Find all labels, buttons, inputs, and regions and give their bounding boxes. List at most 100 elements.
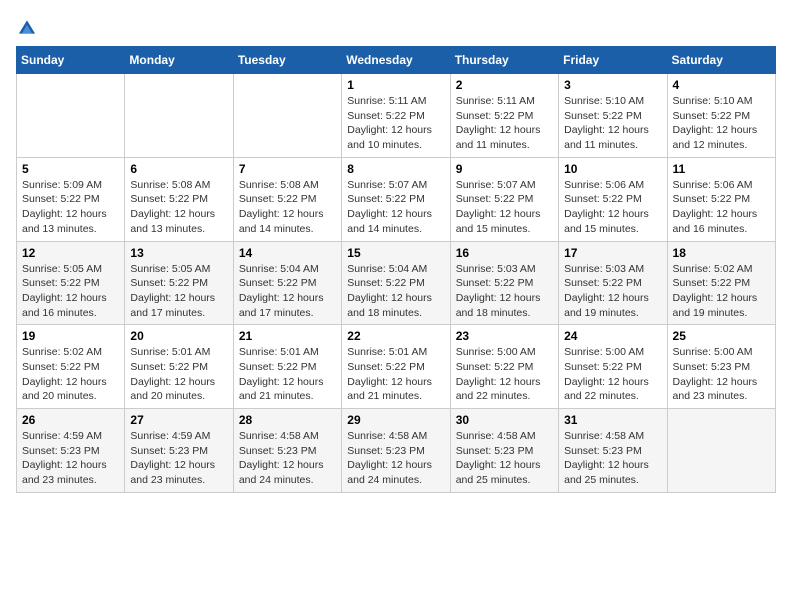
day-info: Sunrise: 5:02 AMSunset: 5:22 PMDaylight:… [22, 345, 119, 404]
day-number: 6 [130, 162, 227, 176]
calendar-cell: 11 Sunrise: 5:06 AMSunset: 5:22 PMDayligh… [667, 157, 775, 241]
day-number: 1 [347, 78, 444, 92]
day-info: Sunrise: 5:04 AMSunset: 5:22 PMDaylight:… [347, 262, 444, 321]
day-info: Sunrise: 5:06 AMSunset: 5:22 PMDaylight:… [673, 178, 770, 237]
day-info: Sunrise: 5:00 AMSunset: 5:22 PMDaylight:… [564, 345, 661, 404]
day-number: 27 [130, 413, 227, 427]
day-number: 29 [347, 413, 444, 427]
day-number: 16 [456, 246, 553, 260]
day-info: Sunrise: 5:10 AMSunset: 5:22 PMDaylight:… [673, 94, 770, 153]
calendar-cell: 2 Sunrise: 5:11 AMSunset: 5:22 PMDaylight… [450, 74, 558, 158]
day-info: Sunrise: 5:11 AMSunset: 5:22 PMDaylight:… [456, 94, 553, 153]
calendar-cell: 18Sunrise: 5:02 AMSunset: 5:22 PMDayligh… [667, 241, 775, 325]
calendar-table: SundayMondayTuesdayWednesdayThursdayFrid… [16, 46, 776, 493]
day-info: Sunrise: 4:58 AMSunset: 5:23 PMDaylight:… [347, 429, 444, 488]
day-info: Sunrise: 5:05 AMSunset: 5:22 PMDaylight:… [22, 262, 119, 321]
calendar-week-row: 12 Sunrise: 5:05 AMSunset: 5:22 PMDayligh… [17, 241, 776, 325]
day-number: 8 [347, 162, 444, 176]
day-info: Sunrise: 5:03 AMSunset: 5:22 PMDaylight:… [456, 262, 553, 321]
day-info: Sunrise: 5:03 AMSunset: 5:22 PMDaylight:… [564, 262, 661, 321]
day-info: Sunrise: 5:08 AMSunset: 5:22 PMDaylight:… [239, 178, 336, 237]
calendar-cell: 24 Sunrise: 5:00 AMSunset: 5:22 PMDayligh… [559, 325, 667, 409]
day-info: Sunrise: 5:06 AMSunset: 5:22 PMDaylight:… [564, 178, 661, 237]
calendar-cell: 9 Sunrise: 5:07 AMSunset: 5:22 PMDaylight… [450, 157, 558, 241]
calendar-cell: 26 Sunrise: 4:59 AMSunset: 5:23 PMDayligh… [17, 409, 125, 493]
calendar-cell: 29 Sunrise: 4:58 AMSunset: 5:23 PMDayligh… [342, 409, 450, 493]
calendar-cell: 25 Sunrise: 5:00 AMSunset: 5:23 PMDayligh… [667, 325, 775, 409]
calendar-cell: 23 Sunrise: 5:00 AMSunset: 5:22 PMDayligh… [450, 325, 558, 409]
day-info: Sunrise: 5:02 AMSunset: 5:22 PMDaylight:… [673, 262, 770, 321]
calendar-cell: 8 Sunrise: 5:07 AMSunset: 5:22 PMDaylight… [342, 157, 450, 241]
calendar-cell: 14 Sunrise: 5:04 AMSunset: 5:22 PMDayligh… [233, 241, 341, 325]
calendar-cell: 17 Sunrise: 5:03 AMSunset: 5:22 PMDayligh… [559, 241, 667, 325]
day-number: 26 [22, 413, 119, 427]
day-info: Sunrise: 4:58 AMSunset: 5:23 PMDaylight:… [239, 429, 336, 488]
day-number: 30 [456, 413, 553, 427]
day-info: Sunrise: 5:09 AMSunset: 5:22 PMDaylight:… [22, 178, 119, 237]
day-info: Sunrise: 4:58 AMSunset: 5:23 PMDaylight:… [456, 429, 553, 488]
day-info: Sunrise: 5:05 AMSunset: 5:22 PMDaylight:… [130, 262, 227, 321]
day-number: 12 [22, 246, 119, 260]
calendar-cell: 30 Sunrise: 4:58 AMSunset: 5:23 PMDayligh… [450, 409, 558, 493]
calendar-cell: 1Sunrise: 5:11 AMSunset: 5:22 PMDaylight… [342, 74, 450, 158]
day-number: 3 [564, 78, 661, 92]
column-header-monday: Monday [125, 47, 233, 74]
day-number: 14 [239, 246, 336, 260]
day-info: Sunrise: 4:59 AMSunset: 5:23 PMDaylight:… [130, 429, 227, 488]
day-info: Sunrise: 5:04 AMSunset: 5:22 PMDaylight:… [239, 262, 336, 321]
day-number: 24 [564, 329, 661, 343]
calendar-cell [667, 409, 775, 493]
calendar-week-row: 26 Sunrise: 4:59 AMSunset: 5:23 PMDayligh… [17, 409, 776, 493]
day-number: 4 [673, 78, 770, 92]
day-info: Sunrise: 4:59 AMSunset: 5:23 PMDaylight:… [22, 429, 119, 488]
day-info: Sunrise: 5:00 AMSunset: 5:22 PMDaylight:… [456, 345, 553, 404]
day-number: 7 [239, 162, 336, 176]
column-header-thursday: Thursday [450, 47, 558, 74]
calendar-cell: 7 Sunrise: 5:08 AMSunset: 5:22 PMDaylight… [233, 157, 341, 241]
day-info: Sunrise: 5:01 AMSunset: 5:22 PMDaylight:… [130, 345, 227, 404]
day-info: Sunrise: 5:07 AMSunset: 5:22 PMDaylight:… [347, 178, 444, 237]
calendar-header-row: SundayMondayTuesdayWednesdayThursdayFrid… [17, 47, 776, 74]
calendar-cell: 3 Sunrise: 5:10 AMSunset: 5:22 PMDaylight… [559, 74, 667, 158]
day-number: 23 [456, 329, 553, 343]
day-number: 9 [456, 162, 553, 176]
day-number: 15 [347, 246, 444, 260]
calendar-week-row: 1 Sunrise: 5:11 AMSunset: 5:22 PMDaylight… [17, 74, 776, 158]
calendar-cell: 12 Sunrise: 5:05 AMSunset: 5:22 PMDayligh… [17, 241, 125, 325]
day-number: 19 [22, 329, 119, 343]
logo [16, 16, 42, 38]
day-number: 20 [130, 329, 227, 343]
calendar-cell: 22Sunrise: 5:01 AMSunset: 5:22 PMDayligh… [342, 325, 450, 409]
day-number: 10 [564, 162, 661, 176]
column-header-tuesday: Tuesday [233, 47, 341, 74]
column-header-wednesday: Wednesday [342, 47, 450, 74]
day-number: 22 [347, 329, 444, 343]
day-info: Sunrise: 5:07 AMSunset: 5:22 PMDaylight:… [456, 178, 553, 237]
day-info: Sunrise: 5:00 AMSunset: 5:23 PMDaylight:… [673, 345, 770, 404]
day-number: 13 [130, 246, 227, 260]
day-number: 5 [22, 162, 119, 176]
calendar-cell: 13 Sunrise: 5:05 AMSunset: 5:22 PMDayligh… [125, 241, 233, 325]
day-number: 2 [456, 78, 553, 92]
calendar-cell: 31Sunrise: 4:58 AMSunset: 5:23 PMDayligh… [559, 409, 667, 493]
calendar-week-row: 5 Sunrise: 5:09 AMSunset: 5:22 PMDaylight… [17, 157, 776, 241]
calendar-cell: 15 Sunrise: 5:04 AMSunset: 5:22 PMDayligh… [342, 241, 450, 325]
day-number: 31 [564, 413, 661, 427]
day-number: 25 [673, 329, 770, 343]
column-header-sunday: Sunday [17, 47, 125, 74]
day-number: 17 [564, 246, 661, 260]
column-header-saturday: Saturday [667, 47, 775, 74]
day-info: Sunrise: 5:10 AMSunset: 5:22 PMDaylight:… [564, 94, 661, 153]
calendar-cell: 6 Sunrise: 5:08 AMSunset: 5:22 PMDaylight… [125, 157, 233, 241]
day-number: 21 [239, 329, 336, 343]
calendar-cell: 5 Sunrise: 5:09 AMSunset: 5:22 PMDaylight… [17, 157, 125, 241]
calendar-cell: 16 Sunrise: 5:03 AMSunset: 5:22 PMDayligh… [450, 241, 558, 325]
calendar-cell: 10 Sunrise: 5:06 AMSunset: 5:22 PMDayligh… [559, 157, 667, 241]
day-number: 28 [239, 413, 336, 427]
calendar-cell [125, 74, 233, 158]
calendar-cell [17, 74, 125, 158]
day-info: Sunrise: 5:08 AMSunset: 5:22 PMDaylight:… [130, 178, 227, 237]
day-number: 11 [673, 162, 770, 176]
day-info: Sunrise: 5:01 AMSunset: 5:22 PMDaylight:… [239, 345, 336, 404]
calendar-cell: 20 Sunrise: 5:01 AMSunset: 5:22 PMDayligh… [125, 325, 233, 409]
